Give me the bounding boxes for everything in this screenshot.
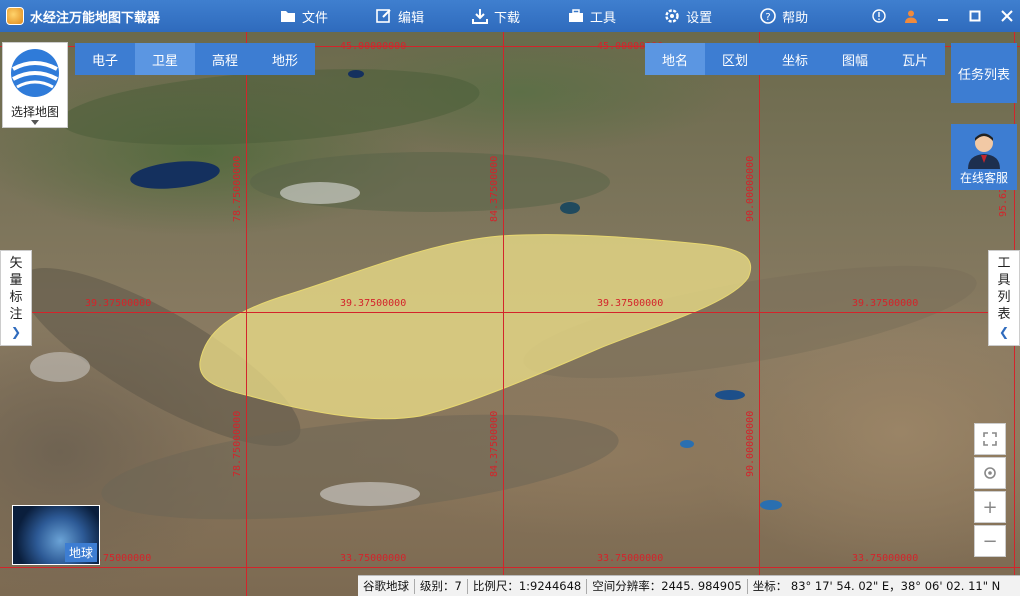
status-level: 级别：7	[415, 578, 468, 594]
lon-label: 90.00000000	[745, 155, 756, 222]
menu-help-label: 帮助	[782, 10, 809, 26]
lat-label: 39.37500000	[85, 298, 152, 309]
status-resolution: 空间分辨率：2445. 984905	[587, 578, 748, 594]
menu-edit-label: 编辑	[398, 10, 425, 26]
menu-file-label: 文件	[302, 10, 329, 26]
tool-list-label: 工具列表	[997, 256, 1011, 322]
select-map-button[interactable]: 选择地图	[2, 42, 68, 128]
vector-annotation-label: 矢量标注	[9, 256, 23, 322]
customer-service-avatar-icon	[968, 133, 1000, 169]
layer-tabs: 电子 卫星 高程 地形	[75, 43, 315, 75]
title-bar: 水经注万能地图下载器 文件 编辑 下载 工具 设置 ? 帮助	[0, 0, 1020, 32]
lat-label: 45.00000000	[340, 41, 407, 52]
globe-logo-icon	[11, 49, 59, 97]
tab-satellite[interactable]: 卫星	[135, 43, 195, 75]
menu-file[interactable]: 文件	[280, 7, 328, 26]
vector-annotation-panel[interactable]: 矢量标注 ❯	[0, 250, 32, 346]
status-bar: 谷歌地球 级别：7 比例尺：1:9244648 空间分辨率：2445. 9849…	[358, 575, 1020, 596]
lat-label: 33.75000000	[597, 553, 664, 564]
lon-label: 84.37500000	[489, 410, 500, 477]
locate-icon[interactable]	[974, 457, 1006, 489]
map-controls: + −	[974, 423, 1006, 559]
tab-divisions[interactable]: 区划	[705, 43, 765, 75]
menu-settings[interactable]: 设置	[664, 7, 712, 26]
chevron-right-icon: ❯	[10, 325, 22, 339]
grid-meridian	[503, 32, 504, 596]
folder-icon	[281, 11, 295, 22]
lon-label: 90.00000000	[745, 410, 756, 477]
lon-label: 78.75000000	[232, 410, 243, 477]
tab-map-sheets[interactable]: 图幅	[825, 43, 885, 75]
map-view[interactable]: 45.00000000 45.00000000 39.37500000 39.3…	[0, 32, 1020, 596]
fullscreen-icon[interactable]	[974, 423, 1006, 455]
lon-label: 78.75000000	[232, 155, 243, 222]
globe-label: 地球	[64, 543, 97, 562]
menu-download[interactable]: 下载	[472, 7, 520, 26]
globe-view-button[interactable]: 地球	[12, 505, 100, 565]
status-source: 谷歌地球	[358, 578, 415, 594]
chevron-down-icon	[31, 120, 39, 125]
menu-edit[interactable]: 编辑	[376, 7, 424, 26]
toolbox-icon	[569, 9, 584, 22]
chevron-left-icon: ❮	[998, 325, 1010, 339]
lon-label: 95.62	[998, 186, 1009, 217]
user-icon[interactable]	[904, 9, 918, 23]
taklimakan-desert-overlay	[199, 234, 752, 420]
lat-label: 39.37500000	[340, 298, 407, 309]
gear-icon	[665, 9, 679, 23]
grid-meridian	[246, 32, 247, 596]
maximize-icon[interactable]	[968, 9, 982, 23]
tab-elevation[interactable]: 高程	[195, 43, 255, 75]
tab-terrain[interactable]: 地形	[255, 43, 315, 75]
lon-label: 84.37500000	[489, 155, 500, 222]
help-icon: ?	[760, 8, 776, 24]
minimize-icon[interactable]	[936, 9, 950, 23]
menu-settings-label: 设置	[686, 10, 713, 26]
menu-help[interactable]: ? 帮助	[760, 7, 808, 26]
online-service-button[interactable]: 在线客服	[951, 124, 1017, 190]
window-controls	[872, 0, 1014, 32]
tab-tiles[interactable]: 瓦片	[885, 43, 945, 75]
zoom-out-button[interactable]: −	[974, 525, 1006, 557]
menu-download-label: 下载	[494, 10, 521, 26]
select-map-label: 选择地图	[10, 105, 59, 119]
edit-icon	[376, 9, 391, 23]
online-service-label: 在线客服	[959, 171, 1008, 185]
tab-coordinates[interactable]: 坐标	[765, 43, 825, 75]
tab-place-names[interactable]: 地名	[645, 43, 705, 75]
close-icon[interactable]	[1000, 9, 1014, 23]
lat-label: 39.37500000	[597, 298, 664, 309]
menu-tools[interactable]: 工具	[568, 7, 616, 26]
download-icon	[472, 9, 489, 24]
grid-parallel	[0, 312, 1020, 313]
menu-tools-label: 工具	[590, 10, 617, 26]
status-scale: 比例尺：1:9244648	[468, 578, 588, 594]
grid-parallel	[0, 567, 1020, 568]
status-coordinates: 坐标： 83° 17' 54. 02" E，38° 06' 02. 11" N	[752, 578, 1001, 593]
app-logo-icon	[6, 7, 24, 25]
lat-label: 33.75000000	[852, 553, 919, 564]
grid-meridian	[759, 32, 760, 596]
main-menu: 文件 编辑 下载 工具 设置 ? 帮助	[280, 0, 856, 32]
tab-electronic[interactable]: 电子	[75, 43, 135, 75]
overlay-tabs: 地名 区划 坐标 图幅 瓦片	[645, 43, 945, 75]
lat-label: 39.37500000	[852, 298, 919, 309]
lat-label: 33.75000000	[340, 553, 407, 564]
zoom-in-button[interactable]: +	[974, 491, 1006, 523]
svg-text:?: ?	[765, 12, 770, 23]
tool-list-panel[interactable]: 工具列表 ❮	[988, 250, 1020, 346]
app-title: 水经注万能地图下载器	[30, 10, 161, 26]
task-list-button[interactable]: 任务列表	[951, 43, 1017, 103]
info-icon[interactable]	[872, 9, 886, 23]
